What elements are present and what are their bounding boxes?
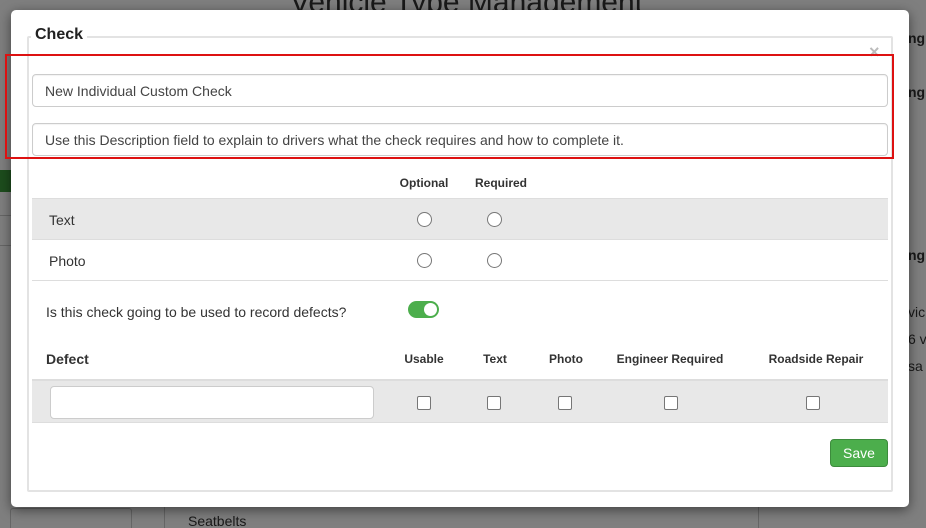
roadside-repair-checkbox[interactable] [806, 396, 820, 410]
defect-header-roadside-repair: Roadside Repair [768, 352, 864, 366]
column-header-required: Required [474, 176, 527, 190]
defect-name-input[interactable] [50, 386, 374, 419]
defect-toggle[interactable] [408, 301, 439, 318]
save-button[interactable]: Save [830, 439, 888, 467]
photo-checkbox[interactable] [558, 396, 572, 410]
defect-header-photo: Photo [549, 352, 583, 366]
text-checkbox[interactable] [487, 396, 501, 410]
text-optional-radio[interactable] [417, 212, 432, 227]
defect-table-title: Defect [46, 351, 89, 367]
defect-header-engineer-required: Engineer Required [616, 352, 724, 366]
defect-row [32, 379, 888, 423]
highlight-annotation [5, 54, 894, 159]
text-required-radio[interactable] [487, 212, 502, 227]
check-row-photo: Photo [32, 239, 888, 280]
row-label: Text [49, 212, 75, 228]
defect-header-usable: Usable [404, 352, 444, 366]
check-row-text: Text [32, 198, 888, 239]
usable-checkbox[interactable] [417, 396, 431, 410]
column-header-optional: Optional [399, 176, 449, 190]
defect-header-text: Text [483, 352, 507, 366]
engineer-required-checkbox[interactable] [664, 396, 678, 410]
row-divider [32, 280, 888, 281]
row-label: Photo [49, 253, 86, 269]
toggle-knob [424, 303, 437, 316]
defect-question-label: Is this check going to be used to record… [46, 304, 347, 320]
photo-required-radio[interactable] [487, 253, 502, 268]
photo-optional-radio[interactable] [417, 253, 432, 268]
modal-legend: Check [31, 26, 88, 44]
